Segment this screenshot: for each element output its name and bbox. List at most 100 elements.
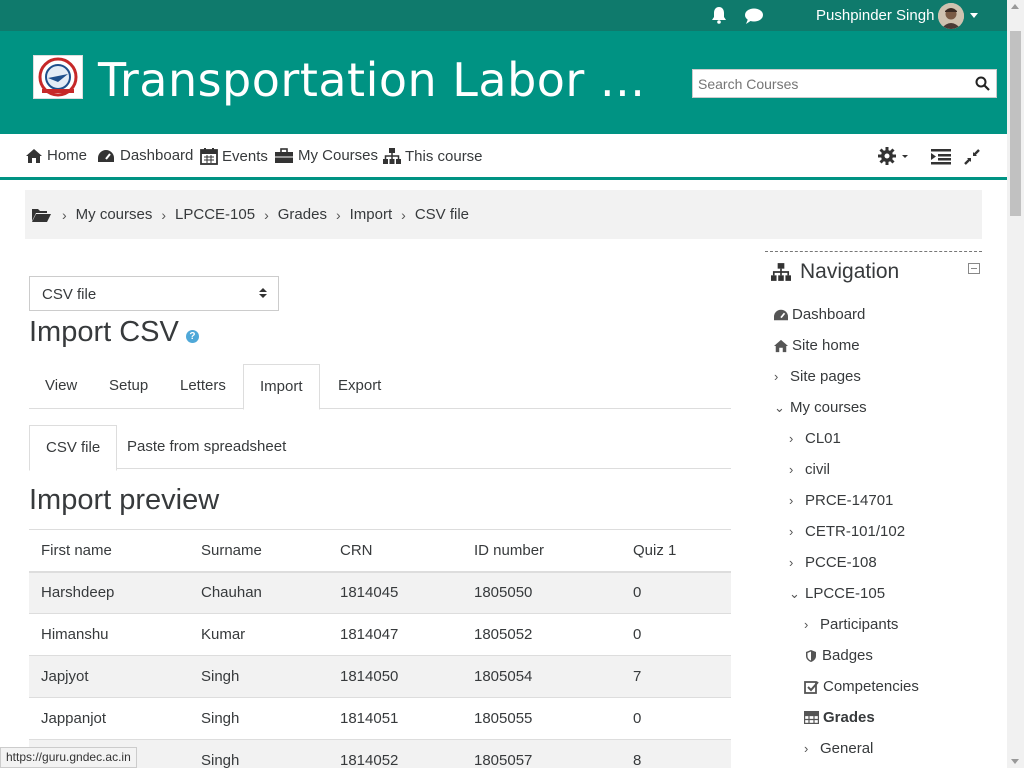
navigation-block-title: Navigation <box>770 260 899 284</box>
table-cell: Himanshu <box>29 613 189 656</box>
notifications-bell-icon[interactable] <box>710 6 728 24</box>
nav-tree-label: Site pages <box>790 368 861 385</box>
nav-tree-label: Site home <box>792 337 860 354</box>
column-header: CRN <box>328 529 462 573</box>
import-type-select-value: CSV file <box>42 286 97 303</box>
messages-chat-icon[interactable] <box>744 7 764 25</box>
tab-export[interactable]: Export <box>322 364 397 409</box>
tab-view[interactable]: View <box>29 364 93 409</box>
breadcrumb-grades[interactable]: Grades <box>278 206 327 223</box>
table-cell: 8 <box>621 739 731 768</box>
table-cell: 1805052 <box>462 613 621 656</box>
table-cell: 1805054 <box>462 655 621 698</box>
nav-this-course[interactable]: This course <box>383 147 483 165</box>
nav-tree-label: PCCE-108 <box>805 554 877 571</box>
table-cell: 0 <box>621 697 731 740</box>
scrollbar-thumb[interactable] <box>1010 31 1021 216</box>
nav-events[interactable]: Events <box>200 147 268 165</box>
table-row: Jappanjot Singh 1814051 1805055 0 <box>29 697 731 740</box>
calendar-icon <box>200 148 218 165</box>
table-cell: 0 <box>621 571 731 614</box>
table-grid-icon <box>804 711 819 724</box>
nav-tree-course-prce[interactable]: › PRCE-14701 <box>789 492 893 509</box>
nav-tree-site-home[interactable]: Site home <box>772 337 860 354</box>
collapse-fullscreen-icon[interactable] <box>963 146 981 166</box>
nav-tree-competencies[interactable]: Competencies <box>804 678 919 695</box>
nav-home[interactable]: Home <box>25 147 87 164</box>
nav-tree-label: civil <box>805 461 830 478</box>
import-type-select[interactable]: CSV file <box>29 276 279 311</box>
breadcrumb-my-courses[interactable]: My courses <box>76 206 153 223</box>
column-header: ID number <box>462 529 621 573</box>
blocks-toggle-indent-icon[interactable] <box>931 146 951 166</box>
nav-tree-course-cetr[interactable]: › CETR-101/102 <box>789 523 905 540</box>
table-cell: 1805057 <box>462 739 621 768</box>
import-preview-heading: Import preview <box>29 484 220 516</box>
table-cell: 0 <box>621 613 731 656</box>
breadcrumb-import[interactable]: Import <box>350 206 393 223</box>
breadcrumb-separator-icon: › <box>264 206 269 223</box>
sitemap-icon <box>771 263 791 281</box>
nav-tree-badges[interactable]: Badges <box>804 647 873 664</box>
help-question-icon[interactable]: ? <box>185 330 199 343</box>
checkbox-checked-icon <box>804 680 819 694</box>
chevron-right-icon: › <box>804 617 809 632</box>
table-cell: Singh <box>189 697 328 740</box>
select-arrows-icon <box>259 288 267 298</box>
scroll-up-arrow-icon[interactable] <box>1011 4 1019 9</box>
search-icon[interactable] <box>975 76 990 91</box>
table-cell: Japjyot <box>29 655 189 698</box>
import-subtabs: CSV file Paste from spreadsheet <box>29 425 731 471</box>
import-preview-table: First name Surname CRN ID number Quiz 1 … <box>29 529 731 768</box>
tab-letters[interactable]: Letters <box>164 364 242 409</box>
nav-dashboard[interactable]: Dashboard <box>96 147 193 164</box>
page-scrollbar[interactable] <box>1007 0 1024 768</box>
grade-tabs: View Setup Letters Import Export <box>29 364 731 410</box>
nav-tree-grades[interactable]: Grades <box>804 709 875 726</box>
search-courses-input[interactable] <box>693 70 963 97</box>
nav-tree-label: CL01 <box>805 430 841 447</box>
table-cell: 1814050 <box>328 655 462 698</box>
nav-tree-general[interactable]: › General <box>804 740 873 757</box>
site-title[interactable]: Transportation Labor ... <box>98 53 645 107</box>
user-avatar[interactable] <box>938 3 964 29</box>
chevron-right-icon: › <box>789 493 794 508</box>
block-collapse-icon[interactable] <box>968 263 980 274</box>
user-menu-caret-icon[interactable] <box>970 13 978 18</box>
nav-tree-my-courses[interactable]: ⌄ My courses <box>774 399 867 416</box>
nav-tree-site-pages[interactable]: › Site pages <box>774 368 861 385</box>
breadcrumb-course[interactable]: LPCCE-105 <box>175 206 255 223</box>
nav-my-courses-label: My Courses <box>298 147 379 164</box>
chevron-right-icon: › <box>774 369 779 384</box>
tab-setup[interactable]: Setup <box>93 364 164 409</box>
gear-icon[interactable] <box>877 146 909 166</box>
table-cell: 1814052 <box>328 739 462 768</box>
table-cell: Singh <box>189 739 328 768</box>
nav-tree-label: Dashboard <box>792 306 866 323</box>
nav-tree-course-cl01[interactable]: › CL01 <box>789 430 841 447</box>
user-name[interactable]: Pushpinder Singh <box>816 7 934 24</box>
table-cell: Singh <box>189 655 328 698</box>
nav-tree-course-pcce[interactable]: › PCCE-108 <box>789 554 877 571</box>
nav-tree-course-lpcce[interactable]: ⌄ LPCCE-105 <box>789 585 885 602</box>
nav-tree-course-civil[interactable]: › civil <box>789 461 830 478</box>
subtab-paste-from-spreadsheet[interactable]: Paste from spreadsheet <box>111 425 302 470</box>
nav-tree-label: PRCE-14701 <box>805 492 894 509</box>
table-cell: Jappanjot <box>29 697 189 740</box>
nav-tree-dashboard[interactable]: Dashboard <box>772 306 865 323</box>
nav-this-course-label: This course <box>405 147 483 165</box>
tab-import[interactable]: Import <box>243 364 320 410</box>
folder-open-icon[interactable] <box>31 207 51 223</box>
page-title: Import CSV ? <box>29 316 199 349</box>
home-icon <box>774 339 788 352</box>
breadcrumb-csv-file[interactable]: CSV file <box>415 206 469 223</box>
table-row: Japjyot Singh 1814050 1805054 7 <box>29 655 731 698</box>
column-header: First name <box>29 529 189 573</box>
subtab-csv-file[interactable]: CSV file <box>29 425 118 471</box>
nav-my-courses[interactable]: My Courses <box>274 147 378 164</box>
site-logo[interactable] <box>33 55 83 99</box>
nav-tree-participants[interactable]: › Participants <box>804 616 898 633</box>
chevron-right-icon: › <box>789 524 794 539</box>
table-cell: Harshdeep <box>29 571 189 614</box>
scroll-down-arrow-icon[interactable] <box>1011 759 1019 764</box>
